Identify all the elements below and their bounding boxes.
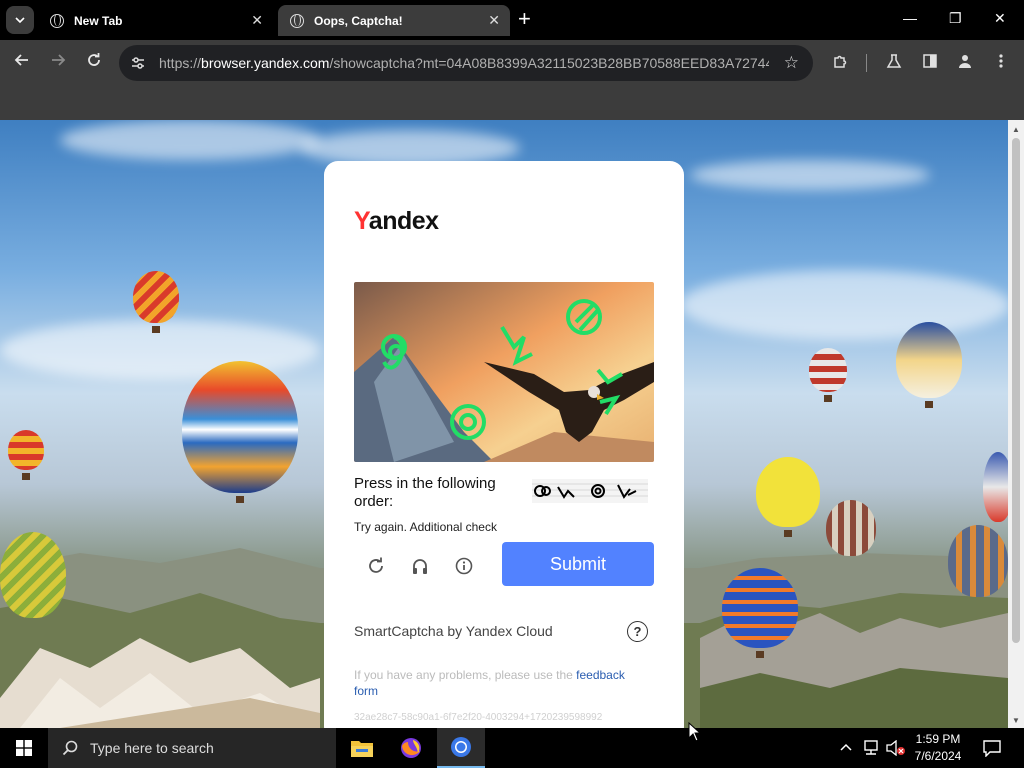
smartcaptcha-branding: SmartCaptcha by Yandex Cloud xyxy=(354,623,553,639)
balloon xyxy=(826,500,876,556)
captcha-order-strip xyxy=(532,479,648,503)
problems-note: If you have any problems, please use the… xyxy=(354,668,625,698)
toolbar-divider xyxy=(866,54,867,72)
site-info-icon[interactable] xyxy=(121,46,155,80)
balloon xyxy=(809,348,847,402)
url-host: browser.yandex.com xyxy=(201,55,330,71)
captcha-token: 32ae28c7-58c90a1-6f7e2f20-4003294+172023… xyxy=(354,712,603,723)
search-icon xyxy=(62,740,78,756)
balloon xyxy=(896,322,962,408)
tab-search-button[interactable] xyxy=(6,6,34,34)
scroll-down-icon[interactable]: ▼ xyxy=(1012,716,1020,725)
restore-icon[interactable]: ❐ xyxy=(949,10,962,27)
help-icon[interactable]: ? xyxy=(627,621,648,642)
mouse-cursor-icon xyxy=(688,722,702,742)
chevron-down-icon xyxy=(15,17,25,24)
tab-title: Oops, Captcha! xyxy=(314,13,403,28)
firefox-icon[interactable] xyxy=(387,728,435,768)
address-bar[interactable]: https://browser.yandex.com/showcaptcha?m… xyxy=(119,45,813,81)
balloon xyxy=(182,361,298,503)
balloon xyxy=(133,271,179,333)
side-panel-icon[interactable] xyxy=(922,53,938,73)
forward-icon[interactable] xyxy=(50,52,66,71)
file-explorer-icon[interactable] xyxy=(338,728,386,768)
close-window-icon[interactable]: ✕ xyxy=(994,10,1006,27)
page-scrollbar[interactable]: ▲ ▼ xyxy=(1008,120,1024,728)
close-icon[interactable]: ✕ xyxy=(488,12,500,29)
extensions-icon[interactable] xyxy=(832,53,849,74)
balloon xyxy=(983,452,1008,522)
plus-icon[interactable]: + xyxy=(518,8,531,30)
tab-new-tab[interactable]: New Tab ✕ xyxy=(38,5,273,36)
balloon xyxy=(722,568,798,658)
taskbar: Type here to search 1:59 PM 7/6/2024 xyxy=(0,728,1024,768)
kebab-menu-icon[interactable] xyxy=(998,53,1004,73)
back-icon[interactable] xyxy=(14,52,30,71)
yandex-logo: Yandex xyxy=(354,207,439,235)
captcha-error: Try again. Additional check xyxy=(354,520,497,534)
balloon xyxy=(8,430,44,480)
globe-icon xyxy=(50,13,64,28)
balloon xyxy=(0,532,66,618)
refresh-icon[interactable] xyxy=(363,553,389,579)
url-text[interactable]: https://browser.yandex.com/showcaptcha?m… xyxy=(159,55,769,71)
bookmarks-bar xyxy=(0,86,1024,120)
search-placeholder: Type here to search xyxy=(90,740,214,756)
clock-date: 7/6/2024 xyxy=(914,749,962,763)
captcha-card: Yandex Press in the following order: Try… xyxy=(324,161,684,741)
close-icon[interactable]: ✕ xyxy=(251,12,263,29)
url-path: /showcaptcha?mt=04A08B8399A32115023B28BB… xyxy=(329,55,769,71)
submit-button[interactable]: Submit xyxy=(502,542,654,586)
balloon xyxy=(948,525,1008,597)
scroll-up-icon[interactable]: ▲ xyxy=(1012,125,1020,134)
tab-captcha[interactable]: Oops, Captcha! ✕ xyxy=(278,5,510,36)
profile-icon[interactable] xyxy=(957,53,973,73)
url-scheme: https:// xyxy=(159,55,202,71)
chevron-up-icon[interactable] xyxy=(840,740,852,755)
scroll-thumb[interactable] xyxy=(1012,138,1020,643)
clock-time: 1:59 PM xyxy=(915,732,961,746)
notifications-icon[interactable] xyxy=(983,740,1001,760)
windows-start-icon[interactable] xyxy=(0,728,48,768)
minimize-icon[interactable]: — xyxy=(903,10,917,26)
captcha-instruction: Press in the following order: xyxy=(354,475,496,510)
chrome-icon[interactable] xyxy=(437,728,485,768)
taskbar-search[interactable]: Type here to search xyxy=(48,728,336,768)
browser-toolbar: https://browser.yandex.com/showcaptcha?m… xyxy=(0,40,1024,86)
taskbar-clock[interactable]: 1:59 PM 7/6/2024 xyxy=(906,731,970,765)
volume-icon[interactable] xyxy=(886,739,906,759)
tab-title: New Tab xyxy=(74,13,123,28)
tab-strip: New Tab ✕ Oops, Captcha! ✕ + — ❐ ✕ xyxy=(0,0,1024,40)
balloon xyxy=(756,457,820,537)
headphones-icon[interactable] xyxy=(407,553,433,579)
star-icon[interactable]: ☆ xyxy=(784,53,799,73)
captcha-image[interactable] xyxy=(354,282,654,462)
network-icon[interactable] xyxy=(862,740,880,759)
labs-icon[interactable] xyxy=(886,53,902,73)
reload-icon[interactable] xyxy=(86,52,102,71)
globe-icon xyxy=(290,13,304,28)
info-icon[interactable] xyxy=(451,553,477,579)
